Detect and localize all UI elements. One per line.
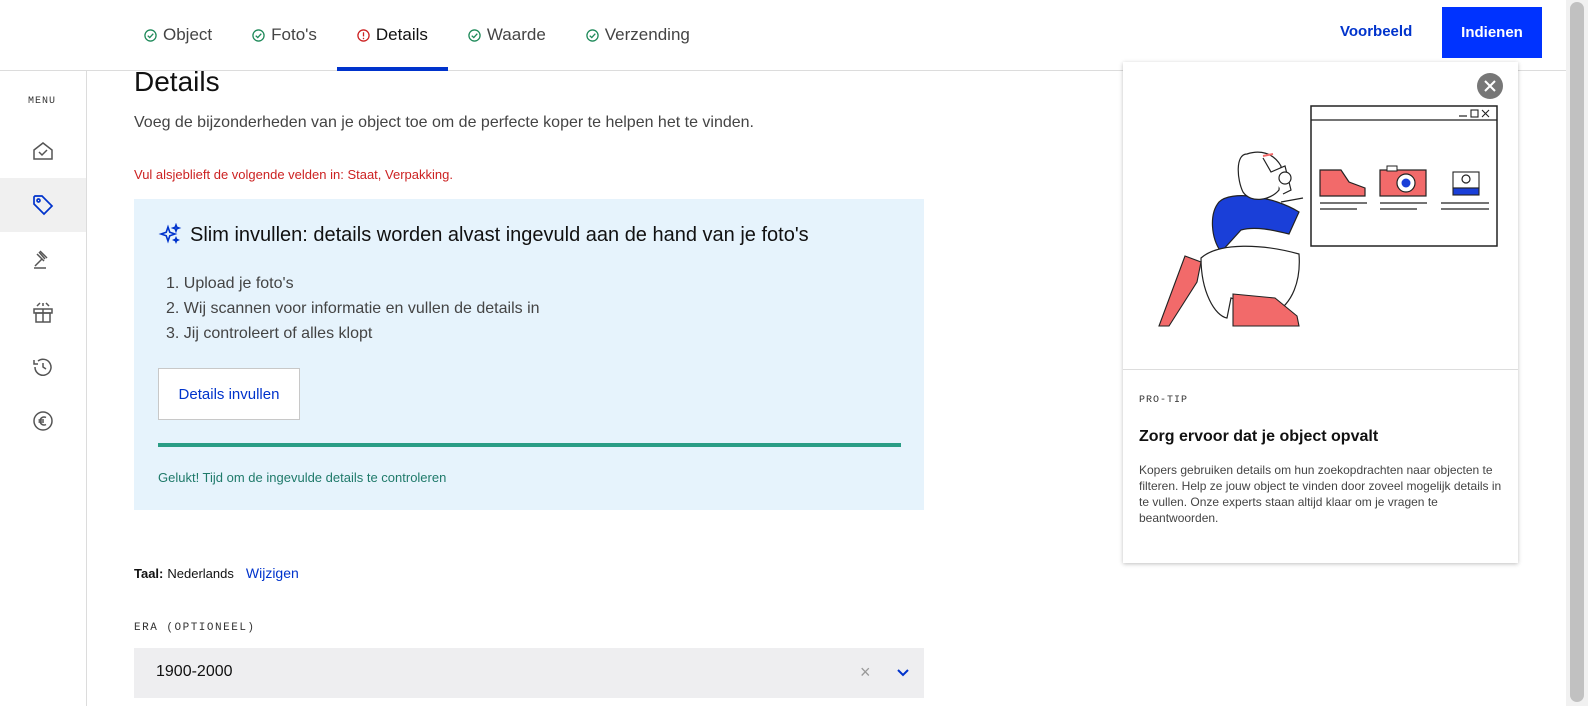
tip-illustration <box>1123 62 1518 370</box>
page-subtitle: Voeg de bijzonderheden van je object toe… <box>134 114 754 131</box>
smart-fill-steps: 1. Upload je foto's 2. Wij scannen voor … <box>166 271 540 346</box>
era-value: 1900-2000 <box>156 663 233 680</box>
sidebar-item-gifts[interactable] <box>0 286 86 340</box>
tab-value[interactable]: Waarde <box>448 0 566 70</box>
fill-details-button[interactable]: Details invullen <box>158 368 300 420</box>
shopper-illustration <box>1158 105 1498 327</box>
language-row: Taal: Nederlands Wijzigen <box>134 565 299 581</box>
tab-label: Object <box>163 25 213 44</box>
step-tabs: Object Foto's Details Waarde Verzending <box>124 0 710 71</box>
gift-icon <box>33 302 53 323</box>
change-language-link[interactable]: Wijzigen <box>246 565 299 581</box>
page-title: Details <box>134 66 220 97</box>
tip-label: PRO-TIP <box>1139 395 1189 406</box>
era-label: ERA (OPTIONEEL) <box>134 622 256 634</box>
home-icon <box>33 142 53 160</box>
tab-label: Waarde <box>486 25 546 44</box>
sidebar-item-auction[interactable] <box>0 232 86 286</box>
sidebar-item-tag[interactable] <box>0 178 86 232</box>
era-select[interactable]: 1900-2000 × <box>134 648 924 698</box>
sidebar-item-home[interactable] <box>0 124 86 178</box>
check-circle-icon <box>252 28 265 42</box>
preview-link[interactable]: Voorbeeld <box>1340 23 1412 40</box>
tip-text: Kopers gebruiken details om hun zoekopdr… <box>1139 463 1502 525</box>
step-item: 3. Jij controleert of alles klopt <box>166 325 373 342</box>
check-circle-icon <box>468 28 481 42</box>
tab-shipping[interactable]: Verzending <box>566 0 710 70</box>
submit-button[interactable]: Indienen <box>1442 7 1542 58</box>
step-item: 2. Wij scannen voor informatie en vullen… <box>166 300 540 317</box>
tab-object[interactable]: Object <box>124 0 232 70</box>
smart-fill-heading: Slim invullen: details worden alvast ing… <box>158 223 809 247</box>
sparkle-icon <box>158 223 182 245</box>
alert-circle-icon <box>357 28 370 42</box>
success-message: Gelukt! Tijd om de ingevulde details te … <box>158 470 447 485</box>
gavel-icon <box>34 250 48 269</box>
smart-fill-progress-bar <box>158 443 901 447</box>
tab-label: Details <box>375 25 428 44</box>
top-bar: Object Foto's Details Waarde Verzending … <box>0 0 1566 71</box>
language-value: Nederlands <box>167 566 234 581</box>
tab-label: Verzending <box>604 25 690 44</box>
tab-photos[interactable]: Foto's <box>232 0 337 70</box>
smart-fill-panel: Slim invullen: details worden alvast ing… <box>134 199 924 510</box>
step-item: 1. Upload je foto's <box>166 275 294 292</box>
close-tip-button[interactable] <box>1477 73 1503 99</box>
error-message: Vul alsjeblieft de volgende velden in: S… <box>134 167 453 182</box>
menu-label: MENU <box>28 96 57 107</box>
sidebar-item-history[interactable] <box>0 340 86 394</box>
sidebar-menu: MENU <box>0 71 87 706</box>
scrollbar[interactable] <box>1566 0 1588 706</box>
history-icon <box>33 358 52 376</box>
tab-details[interactable]: Details <box>336 0 448 71</box>
tag-icon <box>33 195 54 216</box>
euro-icon <box>33 411 53 431</box>
tab-label: Foto's <box>271 25 317 44</box>
close-icon <box>1484 80 1496 92</box>
chevron-down-icon[interactable] <box>896 666 910 680</box>
pro-tip-card: PRO-TIP Zorg ervoor dat je object opvalt… <box>1123 62 1518 563</box>
language-label: Taal: <box>134 566 164 581</box>
scrollbar-thumb[interactable] <box>1570 2 1584 702</box>
clear-icon[interactable]: × <box>860 662 871 683</box>
smart-fill-title: Slim invullen: details worden alvast ing… <box>190 223 809 246</box>
check-circle-icon <box>144 28 157 42</box>
sidebar-item-euro[interactable] <box>0 394 86 448</box>
check-circle-icon <box>586 28 599 42</box>
tip-title: Zorg ervoor dat je object opvalt <box>1139 428 1379 445</box>
